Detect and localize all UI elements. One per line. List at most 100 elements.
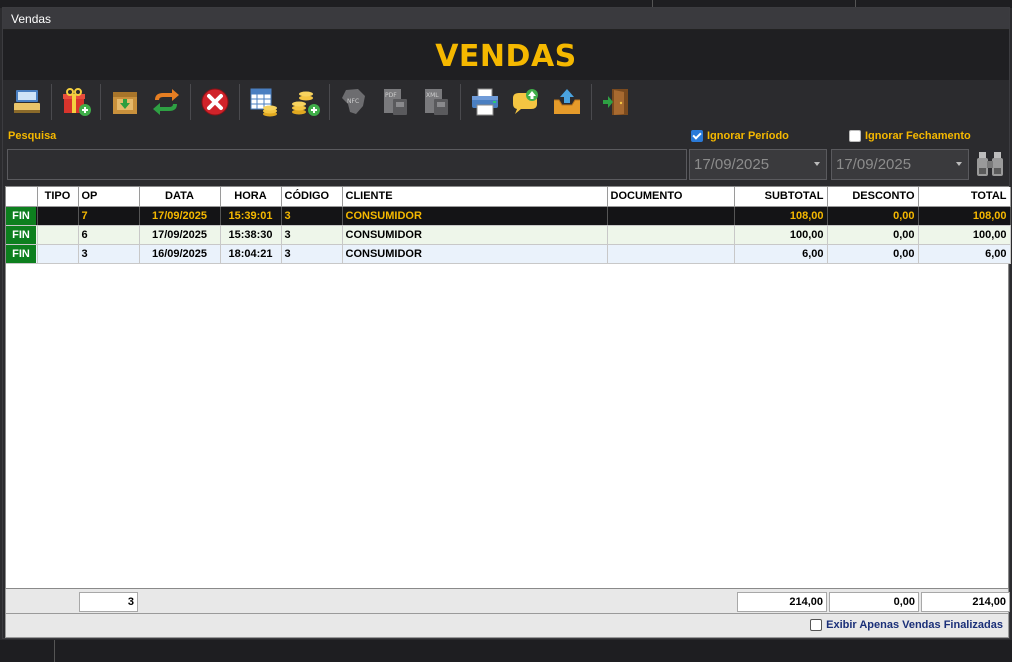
documento-cell [607, 206, 735, 226]
view-sale-button[interactable] [9, 84, 45, 120]
new-sale-button[interactable] [58, 84, 94, 120]
desconto-cell: 0,00 [827, 244, 919, 264]
toolbar: NFC PDF XML [3, 80, 1009, 124]
printer-icon [472, 88, 498, 116]
desconto-cell: 0,00 [827, 206, 919, 226]
codigo-cell: 3 [281, 225, 343, 245]
search-label: Pesquisa [8, 130, 57, 142]
total-cell: 108,00 [918, 206, 1011, 226]
op-cell: 7 [78, 206, 140, 226]
documento-cell [607, 244, 735, 264]
export-button[interactable] [549, 84, 585, 120]
pdf-document-icon: PDF [384, 89, 407, 115]
gift-add-icon [63, 88, 91, 116]
total-desconto: 0,00 [829, 592, 919, 612]
totals-row: 3 214,00 0,00 214,00 [5, 589, 1010, 614]
hora-cell: 15:38:30 [220, 225, 282, 245]
documento-cell [607, 225, 735, 245]
column-header-data[interactable]: DATA [139, 187, 221, 207]
op-cell: 3 [78, 244, 140, 264]
column-header-status[interactable] [6, 187, 38, 207]
svg-text:PDF: PDF [385, 92, 397, 99]
report-button[interactable] [246, 84, 282, 120]
ignore-period-checkbox[interactable]: Ignorar Período [691, 130, 789, 142]
column-header-documento[interactable]: DOCUMENTO [607, 187, 735, 207]
sales-grid[interactable]: TIPO OP DATA HORA CÓDIGO CLIENTE DOCUMEN… [5, 186, 1011, 589]
refresh-button[interactable] [148, 84, 184, 120]
send-message-button[interactable] [508, 84, 544, 120]
status-cell: FIN [6, 244, 38, 264]
nfce-brazil-icon: NFC [342, 89, 365, 114]
bottom-bar: Exibir Apenas Vendas Finalizadas [5, 614, 1009, 638]
xml-document-icon: XML [425, 89, 448, 115]
data-cell: 17/09/2025 [139, 206, 221, 226]
page-title: VENDAS [435, 39, 577, 74]
subtotal-cell: 108,00 [734, 206, 828, 226]
exit-button[interactable] [598, 84, 634, 120]
cancel-x-icon [201, 88, 229, 116]
date-from-value: 17/09/2025 [694, 156, 770, 173]
door-exit-icon [603, 89, 628, 115]
coins-add-icon [292, 91, 320, 116]
box-download-icon [113, 92, 137, 114]
status-cell: FIN [6, 206, 38, 226]
tray-upload-icon [554, 89, 580, 114]
search-input[interactable] [7, 149, 687, 180]
pdf-button[interactable]: PDF [377, 84, 413, 120]
total-subtotal: 214,00 [737, 592, 827, 612]
hora-cell: 15:39:01 [220, 206, 282, 226]
column-header-hora[interactable]: HORA [220, 187, 282, 207]
table-row[interactable]: FIN 7 17/09/2025 15:39:01 3 CONSUMIDOR 1… [6, 206, 1011, 226]
ignore-closing-checkbox[interactable]: Ignorar Fechamento [849, 130, 971, 142]
total-count: 3 [79, 592, 138, 612]
cancel-sale-button[interactable] [197, 84, 233, 120]
window-title: Vendas [3, 8, 1009, 30]
column-header-cliente[interactable]: CLIENTE [342, 187, 608, 207]
total-total: 214,00 [921, 592, 1010, 612]
background-footer-strip [0, 640, 1012, 662]
open-sale-button[interactable] [107, 84, 143, 120]
binoculars-icon [977, 152, 1003, 176]
nfce-button[interactable]: NFC [336, 84, 372, 120]
page-header: VENDAS [3, 30, 1009, 80]
column-header-total[interactable]: TOTAL [918, 187, 1011, 207]
cliente-cell: CONSUMIDOR [342, 206, 608, 226]
xml-button[interactable]: XML [418, 84, 454, 120]
column-header-desconto[interactable]: DESCONTO [827, 187, 919, 207]
tipo-cell [37, 244, 79, 264]
status-badge: FIN [6, 225, 36, 243]
column-header-codigo[interactable]: CÓDIGO [281, 187, 343, 207]
date-from-picker[interactable]: 17/09/2025 [689, 149, 827, 180]
subtotal-cell: 6,00 [734, 244, 828, 264]
only-finalized-checkbox[interactable]: Exibir Apenas Vendas Finalizadas [810, 619, 1003, 631]
status-cell: FIN [6, 225, 38, 245]
svg-text:XML: XML [426, 92, 439, 99]
search-button[interactable] [975, 148, 1005, 180]
column-header-tipo[interactable]: TIPO [37, 187, 79, 207]
total-cell: 100,00 [918, 225, 1011, 245]
tipo-cell [37, 225, 79, 245]
table-row[interactable]: FIN 6 17/09/2025 15:38:30 3 CONSUMIDOR 1… [6, 225, 1011, 245]
total-cell: 6,00 [918, 244, 1011, 264]
vendas-window: Vendas VENDAS NFC PDF XML Pesquisa Ignor… [2, 7, 1011, 639]
tipo-cell [37, 206, 79, 226]
subtotal-cell: 100,00 [734, 225, 828, 245]
chevron-down-icon[interactable] [956, 162, 962, 166]
print-button[interactable] [467, 84, 503, 120]
codigo-cell: 3 [281, 244, 343, 264]
column-header-op[interactable]: OP [78, 187, 140, 207]
date-to-picker[interactable]: 17/09/2025 [831, 149, 969, 180]
chevron-down-icon[interactable] [814, 162, 820, 166]
column-header-subtotal[interactable]: SUBTOTAL [734, 187, 828, 207]
spreadsheet-coins-icon [250, 88, 277, 117]
add-payment-button[interactable] [287, 84, 323, 120]
svg-text:NFC: NFC [347, 98, 359, 105]
checkbox-unchecked-icon [810, 619, 823, 631]
checkbox-checked-icon [691, 130, 703, 142]
status-badge: FIN [6, 244, 36, 262]
refresh-arrows-icon [153, 89, 179, 115]
filter-panel: Pesquisa Ignorar Período Ignorar Fechame… [3, 124, 1009, 182]
table-row[interactable]: FIN 3 16/09/2025 18:04:21 3 CONSUMIDOR 6… [6, 244, 1011, 264]
only-finalized-label: Exibir Apenas Vendas Finalizadas [826, 619, 1003, 631]
chat-upload-icon [513, 89, 538, 114]
